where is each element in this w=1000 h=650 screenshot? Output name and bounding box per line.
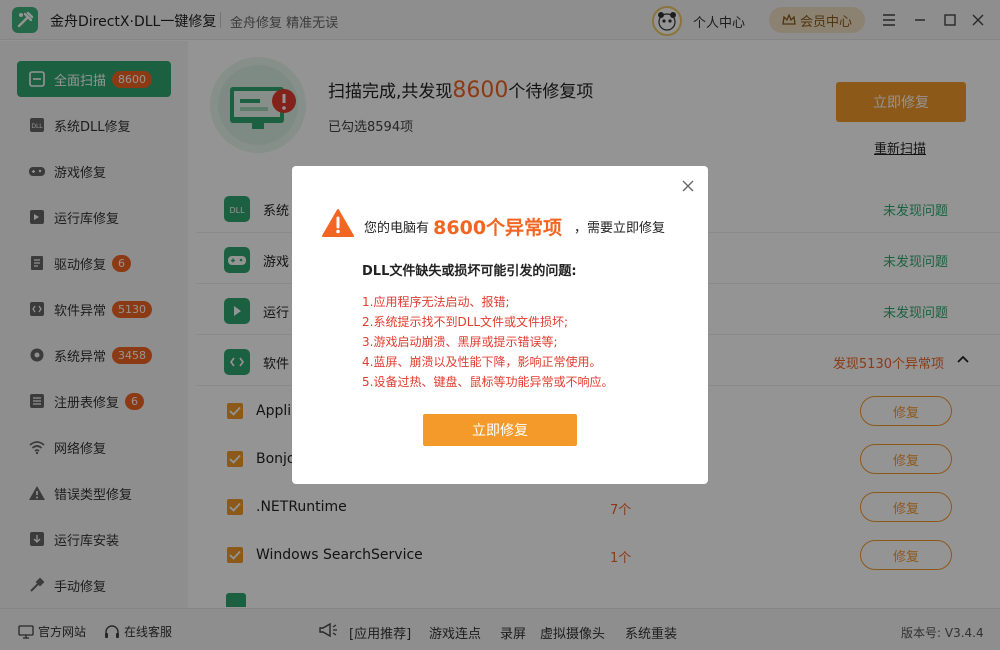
dialog-subtitle: DLL文件缺失或损坏可能引发的问题: bbox=[362, 264, 577, 279]
problem-item: 1.应用程序无法启动、报错; bbox=[362, 295, 510, 309]
dialog-head-suffix: ，需要立即修复 bbox=[574, 221, 666, 236]
warning-icon bbox=[322, 209, 354, 237]
problem-item: 5.设备过热、键盘、鼠标等功能异常或不响应。 bbox=[362, 375, 614, 389]
dialog-issue-count: 8600个异常项 bbox=[433, 217, 563, 239]
problem-list: 1.应用程序无法启动、报错; 2.系统提示找不到DLL文件或文件损坏; 3.游戏… bbox=[362, 292, 613, 392]
problem-item: 2.系统提示找不到DLL文件或文件损坏; bbox=[362, 315, 569, 329]
alert-dialog: 您的电脑有 8600个异常项 ，需要立即修复 DLL文件缺失或损坏可能引发的问题:… bbox=[292, 166, 708, 484]
dialog-headline: 您的电脑有 8600个异常项 ，需要立即修复 bbox=[364, 213, 665, 240]
dialog-fix-now-button[interactable]: 立即修复 bbox=[423, 414, 577, 446]
dialog-head-prefix: 您的电脑有 bbox=[364, 221, 430, 236]
problem-item: 4.蓝屏、崩溃以及性能下降，影响正常使用。 bbox=[362, 355, 602, 369]
problem-item: 3.游戏启动崩溃、黑屏或提示错误等; bbox=[362, 335, 558, 349]
close-icon[interactable] bbox=[680, 178, 696, 194]
